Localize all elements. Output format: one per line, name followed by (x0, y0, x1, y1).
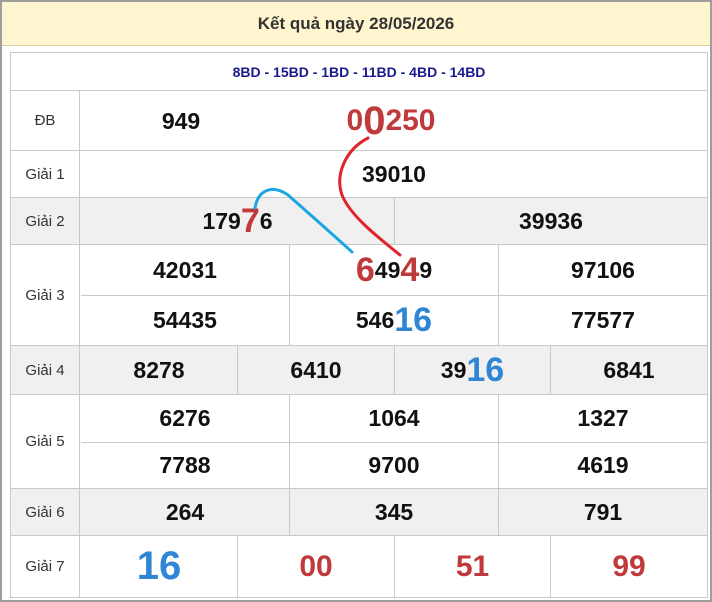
g3-value-2-suffix: 9 (419, 256, 433, 283)
label-g4: Giải 4 (11, 346, 80, 394)
g4-value-2: 6410 (290, 356, 342, 383)
row-g5: Giải 5 6276 1064 1327 7788 9700 4619 (11, 395, 707, 489)
g2-value-1-highlight: 7 (240, 201, 260, 240)
g4-value-3-prefix: 39 (440, 356, 467, 383)
label-g2: Giải 2 (11, 198, 80, 244)
db-number-prefix: 0 (346, 104, 364, 137)
page-title: Kết quả ngày 28/05/2026 (2, 2, 710, 46)
g6-value-3: 791 (583, 498, 623, 525)
g7-value-1: 16 (136, 544, 182, 588)
db-code: 949 (161, 107, 201, 134)
g2-value-1-suffix: 6 (259, 207, 273, 234)
db-number-highlight: 0 (363, 98, 386, 143)
label-g1: Giải 1 (11, 151, 80, 197)
row-g1: Giải 1 39010 (11, 151, 707, 198)
g2-value-1-prefix: 179 (202, 207, 241, 234)
g7-value-3: 51 (455, 549, 490, 583)
g6-value-1: 264 (165, 498, 205, 525)
g3-value-2-highlight-1: 6 (355, 250, 375, 289)
db-number: 0 0 250 (331, 91, 451, 151)
provinces-row: 8BD - 15BD - 1BD - 11BD - 4BD - 14BD (11, 53, 707, 91)
row-g2: Giải 2 179 7 6 39936 (11, 198, 707, 245)
g7-value-4: 99 (612, 549, 646, 583)
row-g6: Giải 6 264 345 791 (11, 489, 707, 536)
row-g7: Giải 7 16 00 51 99 (11, 536, 707, 597)
g4-value-3-highlight: 16 (466, 350, 505, 389)
label-db: ĐB (11, 91, 80, 150)
g1-value: 39010 (362, 160, 426, 187)
g7-value-2: 00 (299, 549, 333, 583)
row-g3: Giải 3 42031 6 49 4 9 97106 54435 546 16 775… (11, 245, 707, 346)
g3-value-2: 6 49 4 9 (290, 245, 498, 295)
g5-value-3: 1327 (577, 405, 629, 431)
label-g7: Giải 7 (11, 536, 80, 597)
g3-value-5-highlight: 16 (394, 301, 433, 339)
g5-value-2: 1064 (368, 405, 420, 431)
row-db: ĐB 949 0 0 250 (11, 91, 707, 151)
g4-value-1: 8278 (133, 356, 185, 383)
g3-value-4: 54435 (153, 307, 217, 333)
g3-value-2-mid: 49 (374, 256, 401, 283)
g3-value-1: 42031 (153, 256, 217, 283)
label-g6: Giải 6 (11, 489, 80, 535)
g5-value-4: 7788 (159, 452, 211, 478)
g5-value-5: 9700 (368, 452, 420, 478)
g3-value-2-highlight-2: 4 (400, 250, 420, 289)
row-g4: Giải 4 8278 6410 39 16 6841 (11, 346, 707, 395)
g5-value-6: 4619 (577, 452, 629, 478)
label-g3: Giải 3 (11, 245, 80, 345)
g5-value-1: 6276 (159, 405, 211, 431)
g4-value-3: 39 16 (395, 346, 550, 394)
g2-value-1: 179 7 6 (81, 198, 394, 244)
g3-value-3: 97106 (571, 256, 635, 283)
provinces-label: 8BD - 15BD - 1BD - 11BD - 4BD - 14BD (232, 63, 486, 80)
g3-value-6: 77577 (571, 307, 635, 333)
db-number-rest: 250 (385, 104, 436, 137)
g3-value-5-prefix: 546 (355, 307, 395, 333)
label-g5: Giải 5 (11, 395, 80, 488)
results-table: 8BD - 15BD - 1BD - 11BD - 4BD - 14BD ĐB … (10, 52, 708, 598)
g3-value-5: 546 16 (290, 296, 498, 345)
g6-value-2: 345 (374, 498, 414, 525)
g4-value-4: 6841 (603, 356, 655, 383)
g2-value-2: 39936 (519, 207, 583, 234)
